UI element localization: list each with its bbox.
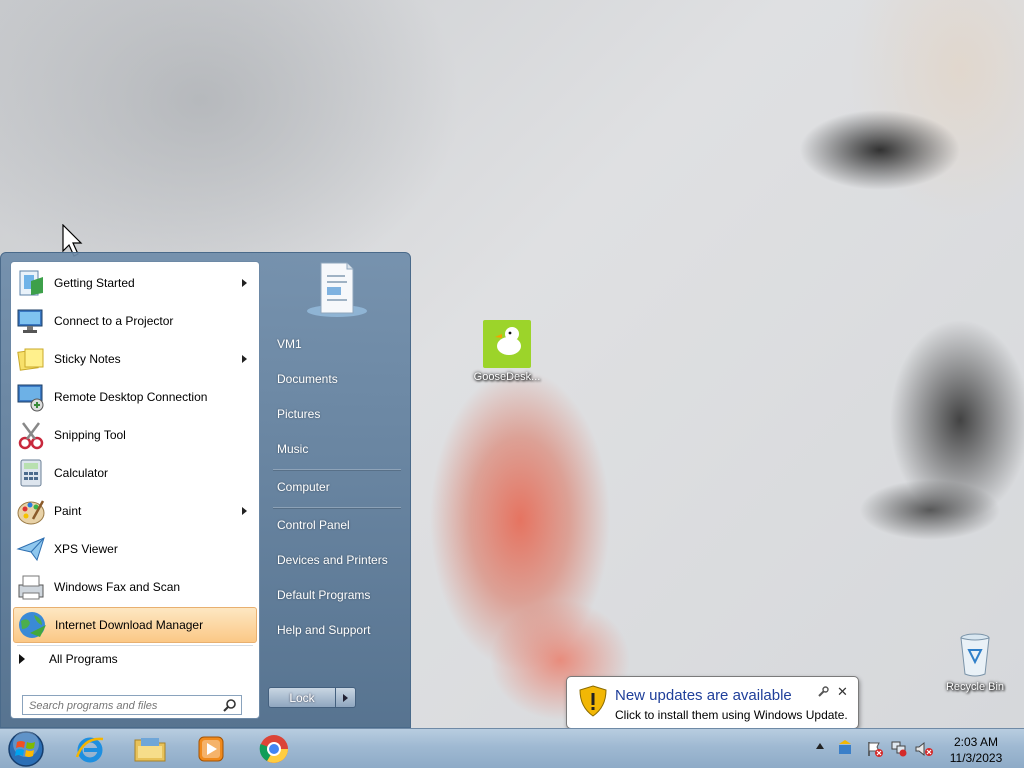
taskbar-internet-explorer-button[interactable] — [62, 730, 118, 768]
triangle-right-icon — [19, 654, 25, 664]
program-label: Sticky Notes — [54, 352, 121, 366]
program-label: Connect to a Projector — [54, 314, 174, 328]
separator — [17, 645, 253, 646]
start-menu-program-item[interactable]: Getting Started — [13, 265, 257, 301]
start-menu-place-link[interactable]: Documents — [277, 372, 338, 386]
program-icon — [15, 305, 47, 337]
taskbar: 2:03 AM 11/3/2023 — [0, 728, 1024, 768]
taskbar-windows-explorer-button[interactable] — [122, 730, 178, 768]
user-document-picture-icon — [303, 259, 371, 319]
start-menu-place-link[interactable]: Music — [277, 442, 308, 456]
lock-button-group: Lock — [268, 687, 358, 708]
program-label: Windows Fax and Scan — [54, 580, 181, 594]
internet-explorer-icon — [75, 737, 104, 763]
start-menu-programs-pane: Getting Started Connect to a Projector Sti… — [10, 261, 260, 719]
shield-warning-icon — [579, 685, 607, 717]
program-label: Remote Desktop Connection — [54, 390, 208, 404]
triangle-right-icon — [343, 694, 348, 702]
desktop-icon-label: GooseDesk... — [473, 371, 541, 383]
program-icon — [15, 533, 47, 565]
program-label: Internet Download Manager — [55, 618, 204, 632]
program-label: Snipping Tool — [54, 428, 126, 442]
close-icon[interactable]: ✕ — [837, 684, 848, 700]
start-menu-place-link[interactable]: Default Programs — [277, 588, 370, 602]
goose-icon — [483, 320, 531, 368]
all-programs-button[interactable]: All Programs — [19, 648, 118, 670]
start-button[interactable] — [4, 729, 48, 769]
program-icon — [15, 571, 47, 603]
program-label: Getting Started — [54, 276, 135, 290]
update-notification-balloon[interactable]: New updates are available Click to insta… — [566, 676, 859, 742]
start-menu-place-link[interactable]: Help and Support — [277, 623, 370, 637]
separator — [273, 507, 401, 509]
submenu-arrow-icon[interactable] — [242, 279, 247, 287]
all-programs-label: All Programs — [49, 652, 118, 666]
lock-button[interactable]: Lock — [268, 687, 336, 708]
recycle-bin-icon — [955, 630, 995, 678]
desktop-icon-label: Recycle Bin — [945, 681, 1005, 693]
start-menu-program-item[interactable]: Paint — [13, 493, 257, 529]
separator — [273, 469, 401, 471]
volume-muted-icon[interactable] — [914, 741, 934, 757]
program-icon — [15, 495, 47, 527]
chrome-icon — [259, 735, 288, 763]
windows-orb-icon — [8, 731, 44, 767]
action-center-flag-icon[interactable] — [866, 741, 884, 757]
start-menu-place-link[interactable]: Control Panel — [277, 518, 350, 532]
notification-title: New updates are available — [615, 687, 792, 704]
folder-icon — [134, 738, 166, 762]
taskbar-clock[interactable]: 2:03 AM 11/3/2023 — [936, 734, 1016, 766]
start-menu-place-link[interactable]: Pictures — [277, 407, 320, 421]
clock-date: 11/3/2023 — [949, 751, 1003, 765]
start-menu-program-item[interactable]: Snipping Tool — [13, 417, 257, 453]
submenu-arrow-icon[interactable] — [242, 355, 247, 363]
start-menu: Getting Started Connect to a Projector Sti… — [0, 252, 411, 728]
program-icon — [16, 609, 48, 641]
shutdown-options-button[interactable] — [336, 687, 356, 708]
recycle-bin-desktop-icon[interactable]: Recycle Bin — [935, 630, 1015, 693]
program-icon — [15, 343, 47, 375]
start-menu-program-item[interactable]: Windows Fax and Scan — [13, 569, 257, 605]
start-menu-program-item[interactable]: Calculator — [13, 455, 257, 491]
program-label: XPS Viewer — [54, 542, 118, 556]
program-icon — [15, 381, 47, 413]
start-menu-program-item[interactable]: Connect to a Projector — [13, 303, 257, 339]
program-label: Calculator — [54, 466, 109, 480]
windows-update-tray-icon[interactable] — [836, 739, 854, 757]
submenu-arrow-icon[interactable] — [242, 507, 247, 515]
wrench-options-icon[interactable] — [817, 686, 829, 698]
notification-body: Click to install them using Windows Upda… — [615, 708, 848, 722]
media-player-icon — [198, 736, 224, 762]
clock-time: 2:03 AM — [953, 735, 999, 749]
taskbar-media-player-button[interactable] — [183, 730, 239, 768]
program-label: Paint — [54, 504, 82, 518]
program-icon — [15, 419, 47, 451]
start-menu-program-item[interactable]: Sticky Notes — [13, 341, 257, 377]
start-menu-program-item[interactable]: Remote Desktop Connection — [13, 379, 257, 415]
network-icon[interactable] — [890, 741, 908, 757]
start-search-box[interactable] — [22, 695, 242, 715]
goose-desktop-icon[interactable]: GooseDesk... — [467, 320, 547, 383]
start-menu-place-link[interactable]: Devices and Printers — [277, 553, 388, 567]
program-icon — [15, 267, 47, 299]
taskbar-chrome-button[interactable] — [246, 730, 302, 768]
start-menu-place-link[interactable]: Computer — [277, 480, 330, 494]
start-menu-place-link[interactable]: VM1 — [277, 337, 302, 351]
start-menu-places-pane: VM1 Documents Pictures Music Computer Control… — [263, 253, 411, 729]
program-icon — [15, 457, 47, 489]
show-hidden-icons-icon[interactable] — [816, 743, 824, 749]
start-menu-program-item[interactable]: XPS Viewer — [13, 531, 257, 567]
search-input[interactable] — [27, 697, 221, 715]
search-icon[interactable] — [223, 698, 237, 712]
start-menu-program-item[interactable]: Internet Download Manager — [13, 607, 257, 643]
